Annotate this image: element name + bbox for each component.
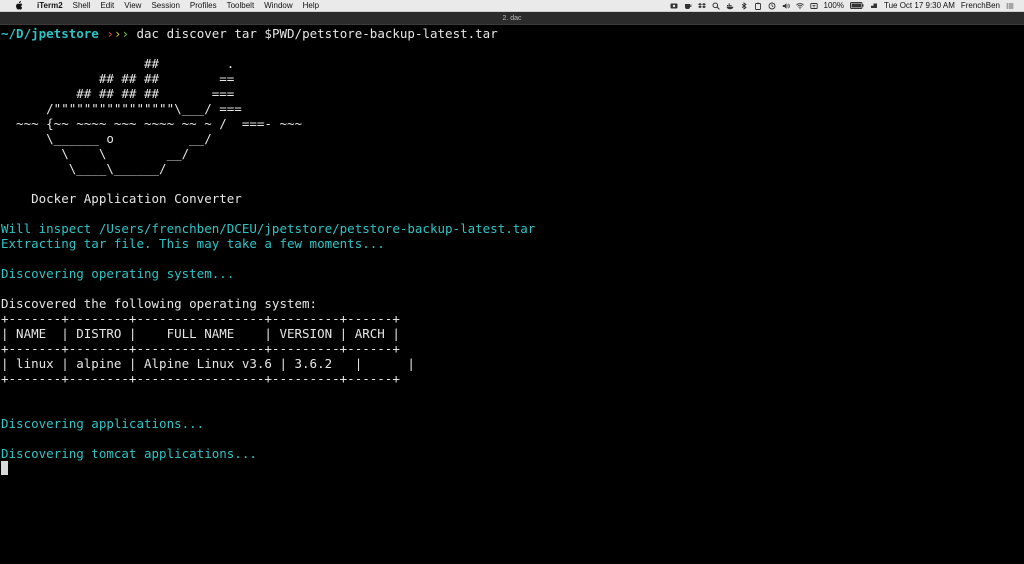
banner-line: /""""""""""""""""\___/ === bbox=[1, 101, 242, 116]
cup-icon[interactable] bbox=[684, 2, 692, 10]
os-table-border-mid: +-------+--------+-----------------+----… bbox=[1, 341, 400, 356]
menu-edit[interactable]: Edit bbox=[95, 0, 119, 12]
os-table-border-bottom: +-------+--------+-----------------+----… bbox=[1, 371, 400, 386]
status-tray: 100% Tue Oct 17 9:30 AM FrenchBen bbox=[670, 0, 1024, 12]
banner-title: Docker Application Converter bbox=[1, 191, 242, 206]
banner-line: ~~~ {~~ ~~~~ ~~~ ~~~~ ~~ ~ / ===- ~~~ bbox=[1, 116, 303, 131]
banner-line: \ \ __/ bbox=[1, 146, 190, 161]
window-title-bar[interactable]: 2. dac bbox=[0, 12, 1024, 25]
docker-icon[interactable] bbox=[726, 2, 734, 10]
discover-tomcat-message: Discovering tomcat applications... bbox=[1, 446, 257, 461]
banner-line: \______ o __/ bbox=[1, 131, 212, 146]
extract-message: Extracting tar file. This may take a few… bbox=[1, 236, 385, 251]
battery-icon[interactable] bbox=[850, 2, 864, 10]
inspect-message: Will inspect /Users/frenchben/DCEU/jpets… bbox=[1, 221, 536, 236]
menu-profiles[interactable]: Profiles bbox=[185, 0, 222, 12]
apple-menu-icon[interactable] bbox=[14, 1, 24, 11]
menu-window[interactable]: Window bbox=[259, 0, 297, 12]
input-source-icon[interactable] bbox=[809, 2, 818, 10]
search-icon[interactable] bbox=[712, 2, 720, 10]
battery-percent: 100% bbox=[823, 0, 844, 10]
banner-line: ## . bbox=[1, 56, 235, 71]
discover-apps-message: Discovering applications... bbox=[1, 416, 205, 431]
os-table-header: | NAME | DISTRO | FULL NAME | VERSION | … bbox=[1, 326, 400, 341]
user-name[interactable]: FrenchBen bbox=[961, 0, 1000, 12]
volume-icon[interactable] bbox=[782, 2, 790, 10]
record-icon[interactable] bbox=[670, 2, 678, 10]
clock[interactable]: Tue Oct 17 9:30 AM bbox=[884, 0, 955, 12]
flag-icon[interactable] bbox=[870, 2, 878, 10]
menu-view[interactable]: View bbox=[119, 0, 146, 12]
menu-app-name[interactable]: iTerm2 bbox=[32, 0, 68, 12]
prompt-arrow-red: › bbox=[106, 26, 114, 41]
prompt-line: ~/D/jpetstore ››› dac discover tar $PWD/… bbox=[1, 26, 498, 41]
terminal-cursor bbox=[1, 461, 8, 475]
wifi-icon[interactable] bbox=[795, 2, 804, 10]
dropbox-icon[interactable] bbox=[697, 2, 706, 10]
prompt-arrow-green: › bbox=[121, 26, 129, 41]
os-table-border-top: +-------+--------+-----------------+----… bbox=[1, 311, 400, 326]
os-table-row: | linux | alpine | Alpine Linux v3.6 | 3… bbox=[1, 356, 415, 371]
banner-line: ## ## ## == bbox=[1, 71, 235, 86]
screen: iTerm2 Shell Edit View Session Profiles … bbox=[0, 0, 1024, 564]
menu-shell[interactable]: Shell bbox=[68, 0, 96, 12]
command-text: dac discover tar $PWD/petstore-backup-la… bbox=[136, 26, 498, 41]
clipboard-icon[interactable] bbox=[754, 2, 762, 10]
menu-toolbelt[interactable]: Toolbelt bbox=[222, 0, 260, 12]
bluetooth-icon[interactable] bbox=[740, 1, 748, 10]
banner-line: \____\______/ bbox=[1, 161, 167, 176]
time-machine-icon[interactable] bbox=[768, 2, 776, 10]
discovered-os-message: Discovered the following operating syste… bbox=[1, 296, 318, 311]
discover-os-message: Discovering operating system... bbox=[1, 266, 235, 281]
menu-bar: iTerm2 Shell Edit View Session Profiles … bbox=[0, 0, 1024, 12]
banner-line: ## ## ## ## === bbox=[1, 86, 235, 101]
notification-center-icon[interactable] bbox=[1006, 2, 1014, 10]
menu-help[interactable]: Help bbox=[298, 0, 324, 12]
prompt-path: ~/D/jpetstore bbox=[1, 26, 99, 41]
menu-session[interactable]: Session bbox=[146, 0, 184, 12]
terminal-output[interactable]: ~/D/jpetstore ››› dac discover tar $PWD/… bbox=[0, 26, 1024, 564]
window-title: 2. dac bbox=[502, 15, 522, 22]
